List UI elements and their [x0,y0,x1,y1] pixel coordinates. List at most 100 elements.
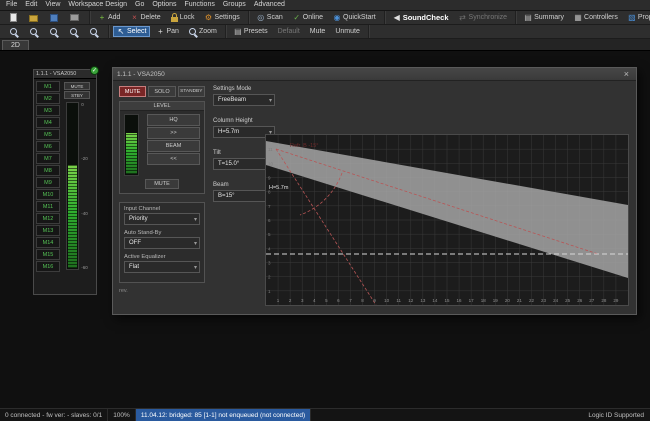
channel-button[interactable]: M9 [36,177,60,188]
mute-button[interactable]: MUTE [119,86,146,97]
menu-item[interactable]: Workspace Design [64,0,131,10]
channel-button[interactable]: M1 [36,81,60,92]
channel-button[interactable]: M14 [36,237,60,248]
level-down-button[interactable]: << [147,153,200,165]
svg-text:17: 17 [469,298,475,303]
scan-button[interactable]: ◎Scan [253,12,287,23]
menu-item[interactable]: File [2,0,21,10]
close-icon[interactable]: × [621,69,632,80]
channel-button[interactable]: M8 [36,165,60,176]
svg-text:5: 5 [325,298,328,303]
strip-standby-button[interactable]: STBY [64,91,90,99]
channel-button[interactable]: M5 [36,129,60,140]
channel-button[interactable]: M10 [36,189,60,200]
svg-text:23: 23 [541,298,547,303]
select-tool[interactable]: ↖Select [113,26,150,37]
menu-item[interactable]: View [41,0,64,10]
svg-text:9: 9 [268,176,271,181]
open-button[interactable] [25,12,44,23]
zoom-fit-tool[interactable] [46,26,64,37]
tab-2d[interactable]: 2D [2,40,29,50]
magnifier-plus-icon [10,28,17,35]
lock-button[interactable]: Lock [167,12,199,23]
soundcheck-button[interactable]: ◀SoundCheck [389,12,453,23]
channel-controls-column: MUTE SOLO STANDBY LEVEL HQ >> BEAM << [119,86,205,294]
level-panel-title: LEVEL [120,102,204,111]
field-label: Auto Stand-By [124,230,200,236]
presets-icon: ▤ [234,27,242,37]
device-strip-header[interactable]: 1.1.1 - VSA2050 ✓ [34,70,96,79]
beam-button[interactable]: BEAM [147,140,200,152]
selected-value: Flat [129,264,139,270]
standby-button[interactable]: STANDBY [178,86,205,97]
svg-text:6: 6 [337,298,340,303]
channel-button[interactable]: M7 [36,153,60,164]
channel-button[interactable]: M6 [36,141,60,152]
level-up-button[interactable]: >> [147,127,200,139]
synchronize-button[interactable]: ⇄Synchronize [455,12,512,23]
select-dropdown[interactable]: Flat [124,261,200,273]
quickstart-button[interactable]: ◉QuickStart [329,12,380,23]
channel-button[interactable]: M3 [36,105,60,116]
svg-text:4: 4 [268,246,271,251]
revision-label: rev. [119,288,205,294]
menu-item[interactable]: Edit [21,0,41,10]
preset-default-select[interactable]: Default [274,26,304,37]
channel-button[interactable]: M16 [36,261,60,272]
select-dropdown[interactable]: Priority [124,213,200,225]
select-dropdown[interactable]: OFF [124,237,200,249]
hq-button[interactable]: HQ [147,114,200,126]
status-bar: 0 connected - fw ver: - slaves: 0/1 100%… [0,408,650,421]
strip-mute-button[interactable]: MUTE [64,82,90,90]
dialog-title-bar[interactable]: 1.1.1 - VSA2050 × [113,68,636,81]
online-button[interactable]: ✓Online [289,12,327,23]
svg-text:26: 26 [577,298,583,303]
svg-text:2: 2 [268,275,271,280]
zoom-out-tool[interactable] [26,26,44,37]
properties-button[interactable]: ▧Properties [624,12,650,23]
unmute-all-button[interactable]: Unmute [331,26,364,37]
save-button[interactable] [46,12,64,23]
svg-text:7: 7 [268,204,271,209]
svg-text:20: 20 [505,298,511,303]
device-strip[interactable]: 1.1.1 - VSA2050 ✓ M1M2M3M4M5M6M7M8M9M10M… [33,69,97,295]
channel-button[interactable]: M11 [36,201,60,212]
add-button[interactable]: +Add [94,12,124,23]
svg-text:15: 15 [444,298,450,303]
channel-button[interactable]: M15 [36,249,60,260]
menu-item[interactable]: Functions [180,0,218,10]
menu-item[interactable]: Groups [219,0,250,10]
controllers-button[interactable]: ▦Controllers [570,12,622,23]
zoom-reset-tool[interactable] [86,26,104,37]
svg-text:13: 13 [420,298,426,303]
meter-scale-tick: -60 [81,265,88,270]
settings-button[interactable]: ⚙Settings [201,12,244,23]
menu-item[interactable]: Go [131,0,148,10]
selected-value: B=15° [218,193,235,199]
beam-plot[interactable]: 1234567891011121314151617181920212223242… [265,134,629,306]
field-label: Settings Mode [213,86,275,92]
select-dropdown[interactable]: FreeBeam [213,94,275,106]
meter-scale-tick: 0 [81,102,88,107]
svg-text:2: 2 [289,298,292,303]
zoom-in-tool[interactable] [6,26,24,37]
channel-button[interactable]: M12 [36,213,60,224]
channel-button[interactable]: M4 [36,117,60,128]
zoom-region-tool[interactable] [66,26,84,37]
speaker-icon: ◀ [393,13,401,23]
auto-standby-field: Auto Stand-By OFF [124,230,200,249]
channel-button[interactable]: M2 [36,93,60,104]
new-button[interactable] [6,12,23,23]
zoom-tool[interactable]: Zoom [185,26,221,37]
pan-tool[interactable]: +Pan [152,26,182,37]
menu-item[interactable]: Options [148,0,180,10]
menu-item[interactable]: Advanced [250,0,289,10]
presets-button[interactable]: ▤Presets [230,26,272,37]
channel-button[interactable]: M13 [36,225,60,236]
mute-all-button[interactable]: Mute [306,26,330,37]
solo-button[interactable]: SOLO [148,86,175,97]
level-mute-button[interactable]: MUTE [145,179,179,189]
summary-button[interactable]: ▤Summary [520,12,568,23]
print-button[interactable] [66,12,85,23]
delete-button[interactable]: ×Delete [126,12,164,23]
